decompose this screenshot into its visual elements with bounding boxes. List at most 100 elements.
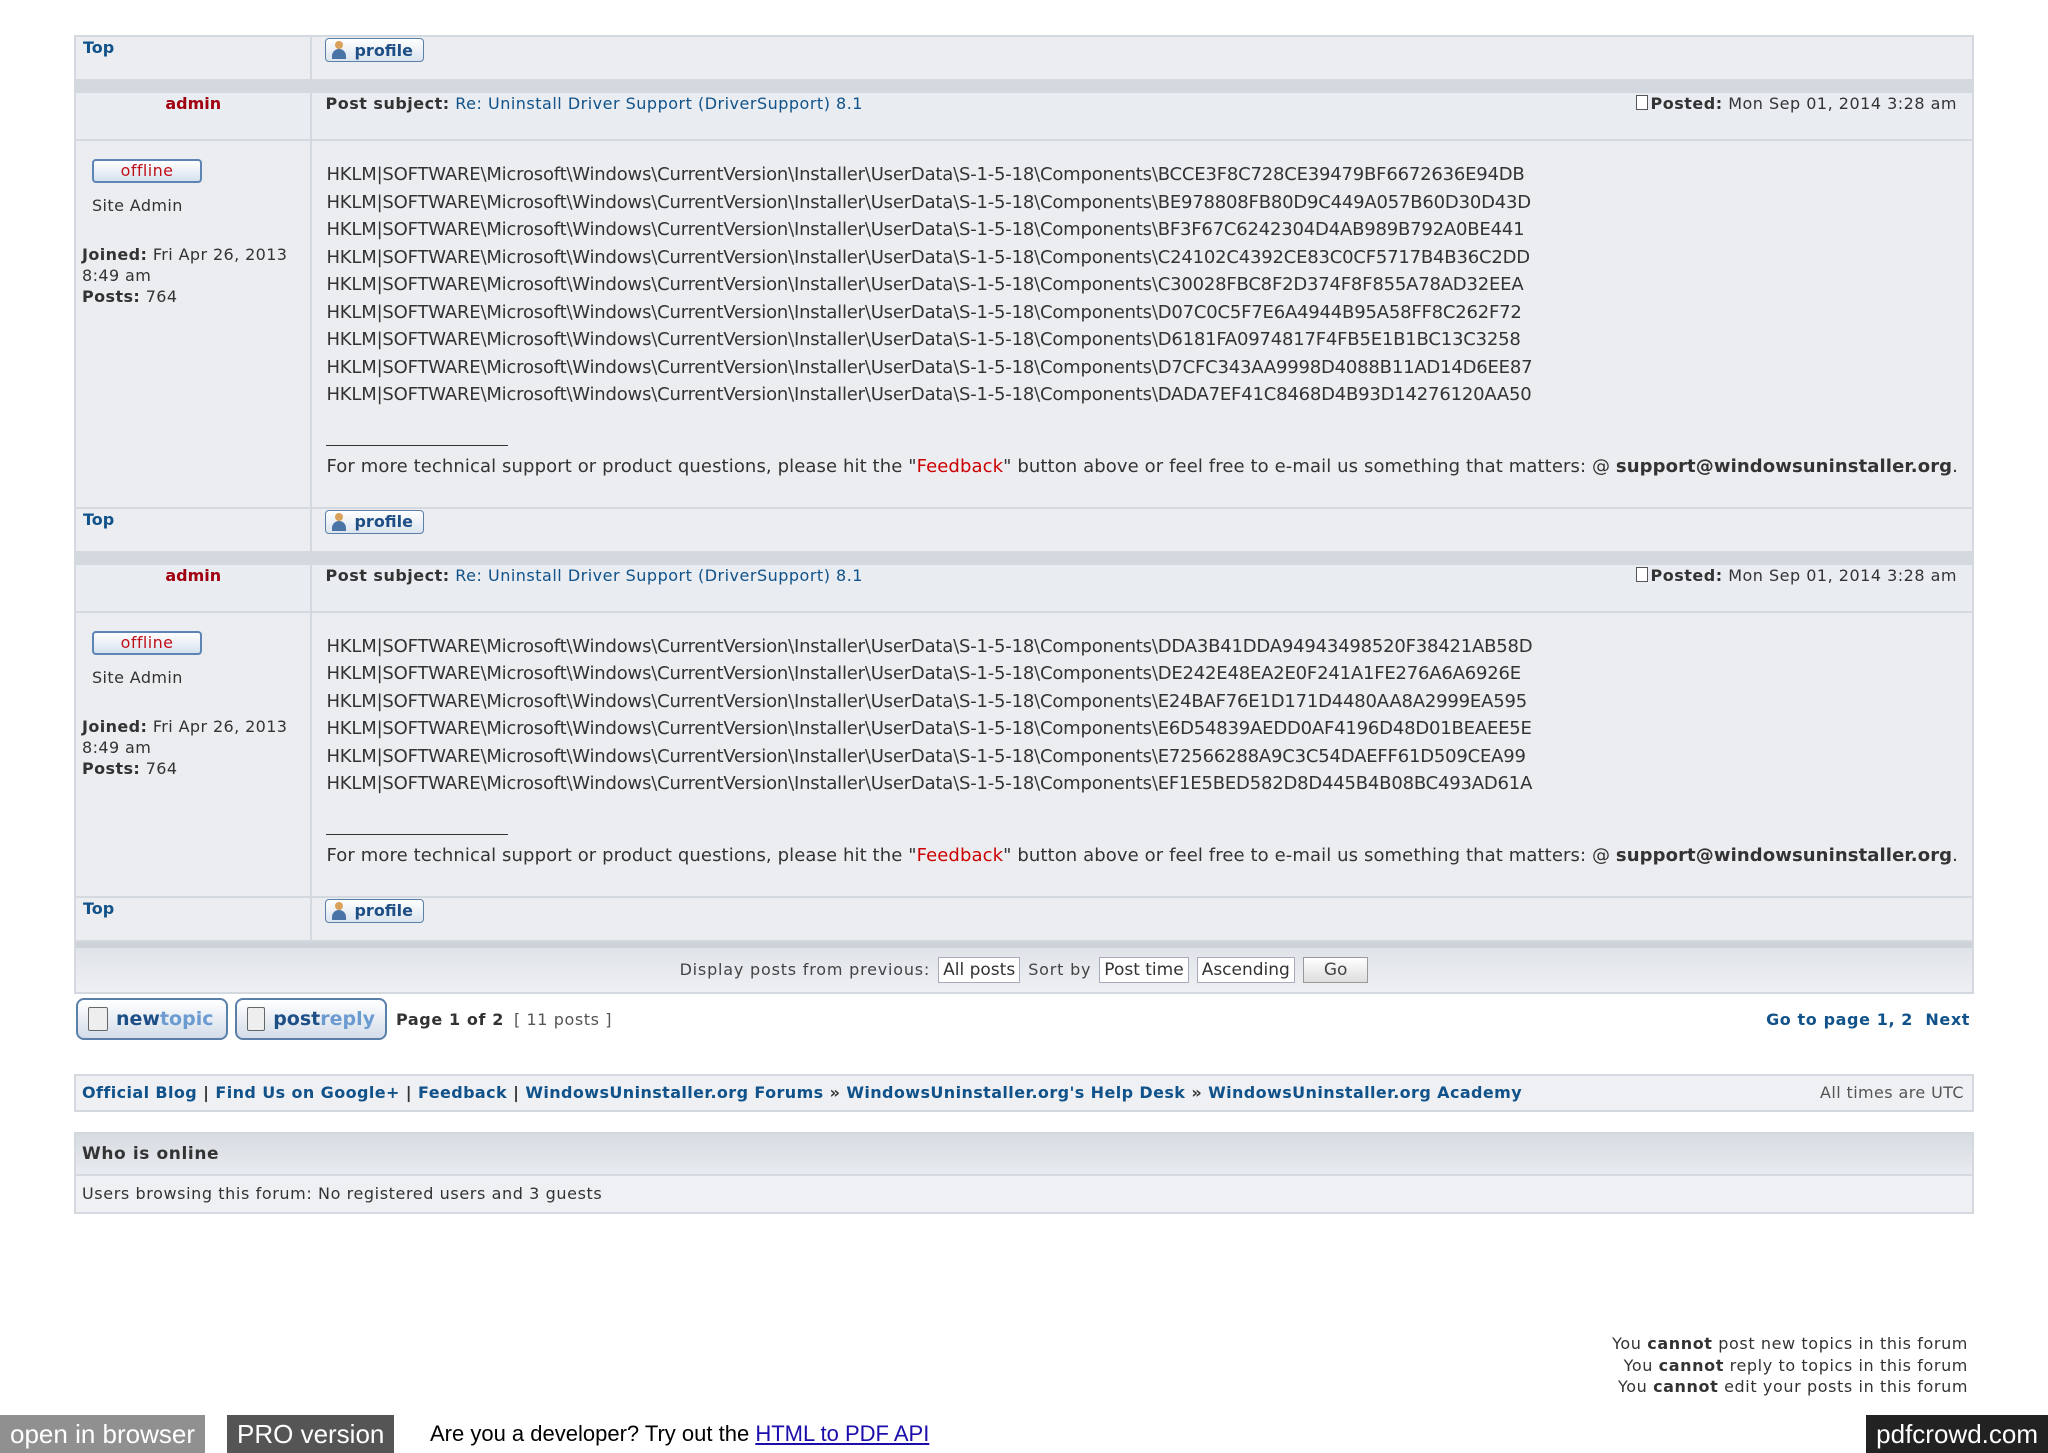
action-bar: newtopic postreply Page 1 of 2[ 11 posts… xyxy=(74,994,1974,1056)
registry-key-line: HKLM|SOFTWARE\Microsoft\Windows\CurrentV… xyxy=(326,745,1526,767)
document-icon xyxy=(88,1006,108,1031)
user-icon xyxy=(330,512,348,531)
pdfcrowd-brand-link[interactable]: pdfcrowd.com xyxy=(1866,1415,2048,1453)
registry-key-line: HKLM|SOFTWARE\Microsoft\Windows\CurrentV… xyxy=(326,219,1525,240)
user-rank: Site Admin xyxy=(92,667,183,687)
registry-key-line: HKLM|SOFTWARE\Microsoft\Windows\CurrentV… xyxy=(326,164,1525,185)
permission-line: You cannot edit your posts in this forum xyxy=(1618,1377,1968,1396)
post-footer-row: Top profile xyxy=(73,35,1974,81)
html-to-pdf-api-link[interactable]: HTML to PDF API xyxy=(755,1421,929,1446)
post-count: Posts: 764 xyxy=(82,758,178,778)
who-is-online-title: Who is online xyxy=(76,1133,1972,1174)
post-icon xyxy=(1635,95,1648,110)
signature-divider xyxy=(326,431,509,446)
pro-version-button[interactable]: PRO version xyxy=(227,1415,395,1453)
pagination-links: Go to page 1, 2 Next xyxy=(1766,1009,1970,1029)
sort-bar: Display posts from previous: All posts S… xyxy=(74,941,1974,994)
post-icon xyxy=(1635,566,1648,582)
feedback-link[interactable]: Feedback xyxy=(917,456,1004,477)
goto-page-link[interactable]: Go to page xyxy=(1766,1010,1870,1029)
registry-key-line: HKLM|SOFTWARE\Microsoft\Windows\CurrentV… xyxy=(326,773,1533,794)
registry-key-line: HKLM|SOFTWARE\Microsoft\Windows\CurrentV… xyxy=(326,635,1533,657)
next-page-link[interactable]: Next xyxy=(1925,1010,1970,1029)
official-blog-link[interactable]: Official Blog xyxy=(82,1083,197,1102)
post-date: Posted: Mon Sep 01, 2014 3:28 am xyxy=(1635,566,1972,585)
post-header: admin Post subject: Re: Uninstall Driver… xyxy=(73,91,1974,141)
feedback-link[interactable]: Feedback xyxy=(917,845,1004,866)
post-content: HKLM|SOFTWARE\Microsoft\Windows\CurrentV… xyxy=(310,139,1974,509)
offline-status-badge: offline xyxy=(92,159,202,183)
document-icon xyxy=(247,1006,266,1031)
breadcrumb: Official Blog | Find Us on Google+ | Fee… xyxy=(74,1073,1974,1112)
post-header: admin Post subject: Re: Uninstall Driver… xyxy=(73,562,1974,613)
joined-info: Joined: Fri Apr 26, 2013 8:49 am xyxy=(82,245,288,285)
permissions-list: You cannot post new topics in this forum… xyxy=(1612,1333,1968,1398)
author-profile: offline Site Admin Joined: Fri Apr 26, 2… xyxy=(73,610,313,898)
user-rank: Site Admin xyxy=(92,196,183,215)
registry-key-line: HKLM|SOFTWARE\Microsoft\Windows\CurrentV… xyxy=(326,301,1522,323)
signature-divider xyxy=(326,820,509,835)
go-button[interactable]: Go xyxy=(1302,956,1369,983)
registry-key-list: HKLM|SOFTWARE\Microsoft\Windows\CurrentV… xyxy=(326,633,1958,798)
post-subject: Post subject: Re: Uninstall Driver Suppo… xyxy=(325,565,863,585)
post-content: HKLM|SOFTWARE\Microsoft\Windows\CurrentV… xyxy=(310,610,1974,898)
post-author[interactable]: admin xyxy=(73,562,313,613)
profile-button[interactable]: profile xyxy=(325,509,424,534)
sort-key-select[interactable]: Post time xyxy=(1099,956,1189,983)
sort-order-select[interactable]: Ascending xyxy=(1196,956,1295,983)
display-posts-label: Display posts from previous: xyxy=(679,960,931,979)
permission-line: You cannot post new topics in this forum xyxy=(1612,1334,1968,1353)
profile-button[interactable]: profile xyxy=(325,898,424,923)
registry-key-line: HKLM|SOFTWARE\Microsoft\Windows\CurrentV… xyxy=(326,384,1532,405)
who-is-online-text: Users browsing this forum: No registered… xyxy=(76,1173,1972,1212)
support-email[interactable]: support@windowsuninstaller.org xyxy=(1616,456,1952,477)
post-author[interactable]: admin xyxy=(73,91,313,141)
signature: For more technical support or product qu… xyxy=(326,844,1958,866)
top-link[interactable]: Top xyxy=(77,899,114,918)
posts-table: Top profile admin Post subject: Re: Unin… xyxy=(73,35,1974,942)
registry-key-line: HKLM|SOFTWARE\Microsoft\Windows\CurrentV… xyxy=(326,246,1530,268)
display-posts-select[interactable]: All posts xyxy=(938,956,1021,983)
user-icon xyxy=(330,901,348,920)
developer-promo: Are you a developer? Try out the HTML to… xyxy=(430,1421,930,1446)
post-count: Posts: 764 xyxy=(82,287,178,306)
page-1-link[interactable]: 1 xyxy=(1877,1010,1889,1029)
post-footer-row: Top profile xyxy=(73,895,1974,942)
new-topic-button[interactable]: newtopic xyxy=(76,997,228,1040)
help-desk-link[interactable]: WindowsUninstaller.org's Help Desk xyxy=(846,1083,1185,1102)
post-subject-link[interactable]: Re: Uninstall Driver Support (DriverSupp… xyxy=(455,94,863,113)
timezone-note: All times are UTC xyxy=(1820,1083,1964,1102)
pdfcrowd-bar: open in browser PRO version Are you a de… xyxy=(0,1415,2048,1453)
pagination-info: Page 1 of 2[ 11 posts ] xyxy=(396,1009,613,1029)
academy-link[interactable]: WindowsUninstaller.org Academy xyxy=(1208,1083,1522,1102)
signature: For more technical support or product qu… xyxy=(326,455,1958,477)
feedback-nav-link[interactable]: Feedback xyxy=(418,1083,507,1102)
who-is-online-panel: Who is online Users browsing this forum:… xyxy=(74,1131,1974,1214)
registry-key-list: HKLM|SOFTWARE\Microsoft\Windows\CurrentV… xyxy=(326,161,1958,409)
registry-key-line: HKLM|SOFTWARE\Microsoft\Windows\CurrentV… xyxy=(326,329,1521,350)
post-subject-link[interactable]: Re: Uninstall Driver Support (DriverSupp… xyxy=(455,566,863,585)
support-email[interactable]: support@windowsuninstaller.org xyxy=(1616,845,1952,866)
post-date: Posted: Mon Sep 01, 2014 3:28 am xyxy=(1635,94,1972,113)
profile-button[interactable]: profile xyxy=(325,38,424,62)
page-2-link[interactable]: 2 xyxy=(1901,1010,1913,1029)
top-link[interactable]: Top xyxy=(77,38,114,57)
post-body-row: offline Site Admin Joined: Fri Apr 26, 2… xyxy=(73,139,1974,509)
registry-key-line: HKLM|SOFTWARE\Microsoft\Windows\CurrentV… xyxy=(326,191,1531,213)
post-separator xyxy=(74,550,1974,565)
post-subject: Post subject: Re: Uninstall Driver Suppo… xyxy=(325,94,863,113)
google-plus-link[interactable]: Find Us on Google+ xyxy=(215,1083,399,1102)
top-link[interactable]: Top xyxy=(77,510,114,529)
open-in-browser-button[interactable]: open in browser xyxy=(0,1415,205,1453)
post-reply-button[interactable]: postreply xyxy=(235,997,387,1040)
registry-key-line: HKLM|SOFTWARE\Microsoft\Windows\CurrentV… xyxy=(326,356,1533,378)
forums-index-link[interactable]: WindowsUninstaller.org Forums xyxy=(525,1083,823,1102)
registry-key-line: HKLM|SOFTWARE\Microsoft\Windows\CurrentV… xyxy=(326,274,1524,295)
registry-key-line: HKLM|SOFTWARE\Microsoft\Windows\CurrentV… xyxy=(326,718,1532,739)
sort-by-label: Sort by xyxy=(1028,960,1092,979)
author-profile: offline Site Admin Joined: Fri Apr 26, 2… xyxy=(73,139,313,509)
forum-page: Top profile admin Post subject: Re: Unin… xyxy=(73,35,1974,1214)
registry-key-line: HKLM|SOFTWARE\Microsoft\Windows\CurrentV… xyxy=(326,690,1527,712)
user-icon xyxy=(330,41,348,59)
post-body-row: offline Site Admin Joined: Fri Apr 26, 2… xyxy=(73,610,1974,898)
